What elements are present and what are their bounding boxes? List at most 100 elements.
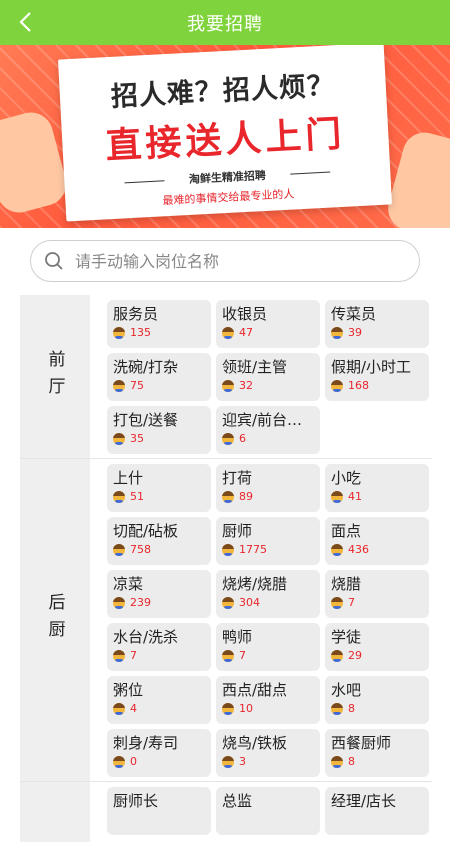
back-button[interactable] <box>10 6 42 38</box>
job-name: 刺身/寿司 <box>113 734 179 752</box>
job-name: 收银员 <box>222 305 268 323</box>
job-count: 8 <box>348 755 355 768</box>
job-tile[interactable]: 小吃 41 <box>325 464 429 512</box>
person-icon <box>331 543 343 556</box>
job-grid: 厨师长 总监 经理/店长 <box>90 782 432 842</box>
person-icon <box>113 543 125 556</box>
job-count: 39 <box>348 326 362 339</box>
person-icon <box>331 490 343 503</box>
job-tile[interactable]: 切配/砧板 758 <box>107 517 211 565</box>
job-count: 32 <box>239 379 253 392</box>
job-name: 烧烤/烧腊 <box>222 575 288 593</box>
search-input[interactable] <box>73 250 397 272</box>
section-management: 厨师长 总监 经理/店长 <box>20 782 432 842</box>
job-tile[interactable]: 打荷 89 <box>216 464 320 512</box>
job-count: 135 <box>130 326 151 339</box>
person-icon <box>113 432 125 445</box>
search-bar[interactable] <box>30 240 420 282</box>
job-count: 304 <box>239 596 260 609</box>
job-tile[interactable]: 西餐厨师 8 <box>325 729 429 777</box>
job-name: 鸭师 <box>222 628 253 646</box>
person-icon <box>113 326 125 339</box>
job-tile[interactable]: 烧烤/烧腊 304 <box>216 570 320 618</box>
person-icon <box>222 755 234 768</box>
job-tile[interactable]: 水吧 8 <box>325 676 429 724</box>
person-icon <box>222 490 234 503</box>
job-count: 168 <box>348 379 369 392</box>
person-icon <box>113 490 125 503</box>
job-name: 传菜员 <box>331 305 377 323</box>
job-tile[interactable]: 烧腊 7 <box>325 570 429 618</box>
job-tile[interactable]: 面点 436 <box>325 517 429 565</box>
job-tile[interactable]: 上什 51 <box>107 464 211 512</box>
category-label-box: 前厅 <box>20 295 90 458</box>
person-icon <box>113 755 125 768</box>
job-name: 小吃 <box>331 469 362 487</box>
job-tile[interactable]: 刺身/寿司 0 <box>107 729 211 777</box>
job-tile[interactable]: 学徒 29 <box>325 623 429 671</box>
promo-banner[interactable]: 招人难？招人烦？ 直接送人上门 淘鲜生精准招聘 最难的事情交给最专业的人 <box>0 45 450 228</box>
section-kitchen: 后厨 上什 51 打荷 89 小吃 41 切配/砧板 758 厨师 1775 面点 436 … <box>20 459 432 782</box>
job-tile[interactable]: 烧鸟/铁板 3 <box>216 729 320 777</box>
job-count: 7 <box>348 596 355 609</box>
job-count: 239 <box>130 596 151 609</box>
job-name: 假期/小时工 <box>331 358 412 376</box>
job-count: 47 <box>239 326 253 339</box>
job-count: 7 <box>130 649 137 662</box>
job-tile[interactable]: 西点/甜点 10 <box>216 676 320 724</box>
person-icon <box>222 543 234 556</box>
job-tile[interactable]: 经理/店长 <box>325 787 429 835</box>
job-name: 经理/店长 <box>331 792 397 810</box>
job-tile[interactable]: 假期/小时工 168 <box>325 353 429 401</box>
job-name: 烧鸟/铁板 <box>222 734 288 752</box>
job-tile[interactable]: 迎宾/前台… 6 <box>216 406 320 454</box>
job-name: 厨师长 <box>113 792 159 810</box>
job-name: 领班/主管 <box>222 358 288 376</box>
job-count: 758 <box>130 543 151 556</box>
job-name: 学徒 <box>331 628 362 646</box>
job-count: 436 <box>348 543 369 556</box>
job-tile[interactable]: 洗碗/打杂 75 <box>107 353 211 401</box>
job-tile[interactable]: 凉菜 239 <box>107 570 211 618</box>
person-icon <box>113 649 125 662</box>
job-tile[interactable]: 鸭师 7 <box>216 623 320 671</box>
job-count: 29 <box>348 649 362 662</box>
job-name: 西餐厨师 <box>331 734 392 752</box>
category-label-box <box>20 782 90 842</box>
job-name: 上什 <box>113 469 144 487</box>
person-icon <box>222 379 234 392</box>
job-tile[interactable]: 领班/主管 32 <box>216 353 320 401</box>
job-tile[interactable]: 粥位 4 <box>107 676 211 724</box>
job-count: 3 <box>239 755 246 768</box>
job-tile[interactable]: 收银员 47 <box>216 300 320 348</box>
category-label-box: 后厨 <box>20 459 90 781</box>
section-front-hall: 前厅 服务员 135 收银员 47 传菜员 39 洗碗/打杂 75 领班/主管 32 假期… <box>20 295 432 459</box>
job-tile[interactable]: 厨师 1775 <box>216 517 320 565</box>
job-name: 总监 <box>222 792 253 810</box>
job-count: 35 <box>130 432 144 445</box>
job-count: 6 <box>239 432 246 445</box>
job-name: 厨师 <box>222 522 253 540</box>
job-name: 水吧 <box>331 681 362 699</box>
person-icon <box>222 432 234 445</box>
job-count: 8 <box>348 702 355 715</box>
job-tile[interactable]: 服务员 135 <box>107 300 211 348</box>
job-count: 75 <box>130 379 144 392</box>
person-icon <box>331 379 343 392</box>
person-icon <box>331 596 343 609</box>
job-name: 打荷 <box>222 469 253 487</box>
banner-card: 招人难？招人烦？ 直接送人上门 淘鲜生精准招聘 最难的事情交给最专业的人 <box>57 45 393 222</box>
search-icon <box>43 250 65 272</box>
job-tile[interactable]: 厨师长 <box>107 787 211 835</box>
person-icon <box>113 379 125 392</box>
job-tile[interactable]: 打包/送餐 35 <box>107 406 211 454</box>
job-tile[interactable]: 水台/洗杀 7 <box>107 623 211 671</box>
person-icon <box>222 596 234 609</box>
job-count: 0 <box>130 755 137 768</box>
job-name: 洗碗/打杂 <box>113 358 179 376</box>
chevron-left-icon <box>19 12 31 32</box>
job-name: 打包/送餐 <box>113 411 179 429</box>
job-tile[interactable]: 总监 <box>216 787 320 835</box>
person-icon <box>331 755 343 768</box>
job-tile[interactable]: 传菜员 39 <box>325 300 429 348</box>
